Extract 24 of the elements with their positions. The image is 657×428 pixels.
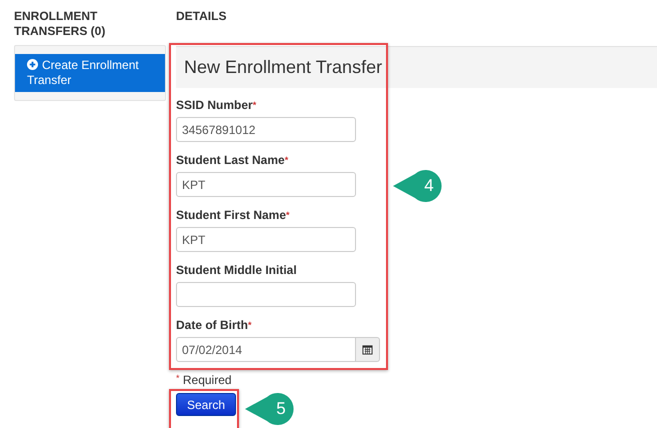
- field-label: Student Last Name*: [176, 153, 290, 168]
- plus-circle-icon: [27, 59, 38, 70]
- search-button[interactable]: Search: [176, 393, 236, 416]
- panel-title: New Enrollment Transfer: [184, 57, 382, 78]
- input-field[interactable]: 34567891012: [176, 117, 356, 142]
- highlight-box: [169, 389, 239, 428]
- field-label: SSID Number*: [176, 98, 258, 113]
- section-heading: ENROLLMENT TRANSFERS (0): [14, 9, 106, 39]
- field-label: Student First Name*: [176, 208, 291, 223]
- required-note: * Required: [176, 373, 233, 387]
- sidebar-item[interactable]: Create Enrollment Transfer: [15, 54, 165, 92]
- field-label: Student Middle Initial: [176, 263, 298, 278]
- calendar-button[interactable]: [356, 337, 380, 362]
- input-field[interactable]: KPT: [176, 172, 356, 197]
- section-heading: DETAILS: [176, 9, 228, 25]
- required-mark: *: [286, 210, 290, 220]
- required-mark: *: [252, 100, 256, 110]
- calendar-icon: [362, 344, 373, 355]
- date-field[interactable]: 07/02/2014: [176, 337, 356, 362]
- required-mark: *: [248, 320, 252, 330]
- field-label: Date of Birth*: [176, 318, 253, 333]
- input-field[interactable]: [176, 282, 356, 307]
- input-field[interactable]: KPT: [176, 227, 356, 252]
- required-mark: *: [284, 155, 288, 165]
